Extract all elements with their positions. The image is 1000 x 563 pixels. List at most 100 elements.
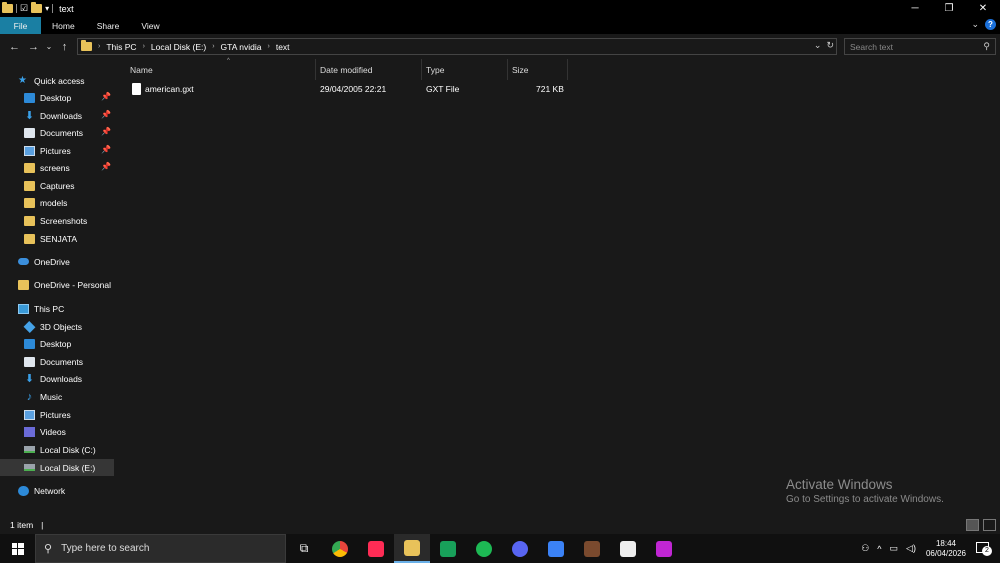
sidebar-item-label: Desktop <box>40 92 72 103</box>
clock[interactable]: 18:44 06/04/2026 <box>926 539 966 559</box>
folder-icon <box>24 197 35 208</box>
roblox-icon[interactable] <box>538 534 574 563</box>
pin-icon[interactable]: 📌 <box>101 162 111 171</box>
sidebar-item-pc-pictures[interactable]: Pictures <box>24 406 114 423</box>
search-input[interactable]: Search text ⚲ <box>844 38 996 55</box>
recent-locations-icon[interactable]: ⌄ <box>43 42 55 51</box>
network-status-icon[interactable]: ▭ <box>890 543 899 554</box>
back-arrow-icon[interactable]: ← <box>5 41 24 53</box>
sidebar-item-label: OneDrive - Personal <box>34 279 112 290</box>
spotify-icon[interactable] <box>466 534 502 563</box>
expand-ribbon-icon[interactable]: ⌄ <box>971 19 979 30</box>
file-explorer-icon[interactable] <box>394 534 430 563</box>
up-arrow-icon[interactable]: ↑ <box>55 41 74 53</box>
system-tray: ⚇ ^ ▭ ◁) 18:44 06/04/2026 2 <box>857 534 1000 563</box>
sidebar-item-3d-objects[interactable]: 3D Objects <box>23 318 114 335</box>
sidebar-item-screens[interactable]: screens 📌 <box>24 159 114 176</box>
folder-icon <box>24 180 35 191</box>
sidebar-item-documents[interactable]: Documents 📌 <box>24 124 114 141</box>
sidebar-item-label: Local Disk (C:) <box>40 444 96 455</box>
sidebar-item-onedrive-personal[interactable]: OneDrive - Personal <box>18 276 114 293</box>
ribbon-tabs: File Home Share View ⌄ ? <box>0 17 1000 34</box>
green-app-icon[interactable] <box>430 534 466 563</box>
address-dropdown-icon[interactable]: ⌄ <box>814 40 822 51</box>
sidebar-item-pictures[interactable]: Pictures 📌 <box>24 142 114 159</box>
tiktok-icon[interactable] <box>358 534 394 563</box>
maximize-button[interactable]: ❐ <box>932 0 966 16</box>
sidebar-item-onedrive[interactable]: OneDrive <box>18 253 114 270</box>
chrome-icon[interactable] <box>322 534 358 563</box>
tab-view[interactable]: View <box>130 17 170 34</box>
tab-share[interactable]: Share <box>86 17 131 34</box>
column-header-size[interactable]: Size <box>508 59 568 80</box>
customize-toolbar-icon[interactable]: ▾ <box>45 4 49 13</box>
sidebar-item-local-disk-e[interactable]: Local Disk (E:) <box>0 459 114 476</box>
sidebar-item-videos[interactable]: Videos <box>24 423 114 440</box>
sidebar-item-screenshots[interactable]: Screenshots <box>24 212 114 229</box>
pin-icon[interactable]: 📌 <box>101 145 111 154</box>
document-icon <box>24 356 35 367</box>
large-icons-view-button[interactable] <box>983 519 996 531</box>
pin-icon[interactable]: 📌 <box>101 92 111 101</box>
sidebar-item-senjata[interactable]: SENJATA <box>24 230 114 247</box>
chevron-right-icon[interactable]: › <box>212 43 214 50</box>
sidebar-item-captures[interactable]: Captures <box>24 177 114 194</box>
people-icon[interactable]: ⚇ <box>861 543 869 554</box>
sidebar-item-music[interactable]: ♪ Music <box>24 388 114 405</box>
pictures-icon <box>24 145 35 156</box>
chevron-right-icon[interactable]: › <box>267 43 269 50</box>
purple-app-icon[interactable] <box>646 534 682 563</box>
game-icon[interactable] <box>574 534 610 563</box>
sidebar-item-downloads[interactable]: ⬇ Downloads 📌 <box>24 107 114 124</box>
properties-icon[interactable]: ☑ <box>20 3 28 14</box>
taskbar-search-input[interactable]: ⚲ Type here to search <box>35 534 286 563</box>
task-view-icon[interactable]: ⧉ <box>286 534 322 563</box>
sidebar-item-quick-access[interactable]: ★ Quick access <box>18 72 132 89</box>
chevron-right-icon[interactable]: › <box>98 43 100 50</box>
start-button[interactable] <box>0 534 35 563</box>
sidebar-item-label: Screenshots <box>40 215 88 226</box>
breadcrumb-gta-nvidia[interactable]: GTA nvidia <box>221 42 262 52</box>
details-view-button[interactable] <box>966 519 979 531</box>
status-bar: 1 item | <box>0 516 1000 534</box>
quick-access-toolbar: ☑ ▾ <box>0 2 54 14</box>
drive-icon <box>24 464 35 471</box>
sidebar-item-pc-downloads[interactable]: ⬇ Downloads <box>24 370 114 387</box>
clock-time: 18:44 <box>935 538 956 548</box>
sidebar-item-desktop[interactable]: Desktop 📌 <box>24 89 114 106</box>
breadcrumb-local-disk-e[interactable]: Local Disk (E:) <box>151 42 206 52</box>
sidebar-item-this-pc[interactable]: This PC <box>18 300 114 317</box>
sidebar-item-local-disk-c[interactable]: Local Disk (C:) <box>24 441 114 458</box>
status-separator: | <box>41 520 44 530</box>
help-icon[interactable]: ? <box>985 19 996 30</box>
sidebar-item-models[interactable]: models <box>24 194 114 211</box>
pin-icon[interactable]: 📌 <box>101 127 111 136</box>
discord-icon[interactable] <box>502 534 538 563</box>
show-hidden-icons-icon[interactable]: ^ <box>877 544 881 554</box>
volume-icon[interactable]: ◁) <box>906 543 916 554</box>
new-folder-icon[interactable] <box>31 2 43 13</box>
pin-icon[interactable]: 📌 <box>101 110 111 119</box>
table-row[interactable]: american.gxt 29/04/2005 22:21 GXT File 7… <box>116 81 576 98</box>
refresh-icon[interactable]: ↻ <box>826 40 834 51</box>
download-icon: ⬇ <box>24 372 35 385</box>
breadcrumb-text[interactable]: text <box>276 42 290 52</box>
sidebar-item-pc-documents[interactable]: Documents <box>24 353 114 370</box>
taskbar: ⚲ Type here to search ⧉ ⚇ ^ ▭ ◁) 18:44 0… <box>0 534 1000 563</box>
forward-arrow-icon[interactable]: → <box>24 41 43 53</box>
tab-home[interactable]: Home <box>41 17 86 34</box>
notification-center-icon[interactable]: 2 <box>974 540 996 558</box>
column-header-type[interactable]: Type <box>422 59 508 80</box>
sidebar-item-pc-desktop[interactable]: Desktop <box>24 335 114 352</box>
column-label: Date modified <box>320 64 373 75</box>
tab-file[interactable]: File <box>0 17 41 34</box>
breadcrumb-this-pc[interactable]: This PC <box>106 42 136 52</box>
column-header-date[interactable]: Date modified <box>316 59 422 80</box>
sidebar-item-network[interactable]: Network <box>18 482 114 499</box>
column-header-name[interactable]: ^ Name <box>126 58 316 80</box>
close-button[interactable]: ✕ <box>966 0 1000 16</box>
capcut-icon[interactable] <box>610 534 646 563</box>
chevron-right-icon[interactable]: › <box>143 43 145 50</box>
address-bar[interactable]: › This PC › Local Disk (E:) › GTA nvidia… <box>77 38 837 55</box>
minimize-button[interactable]: ─ <box>898 0 932 16</box>
